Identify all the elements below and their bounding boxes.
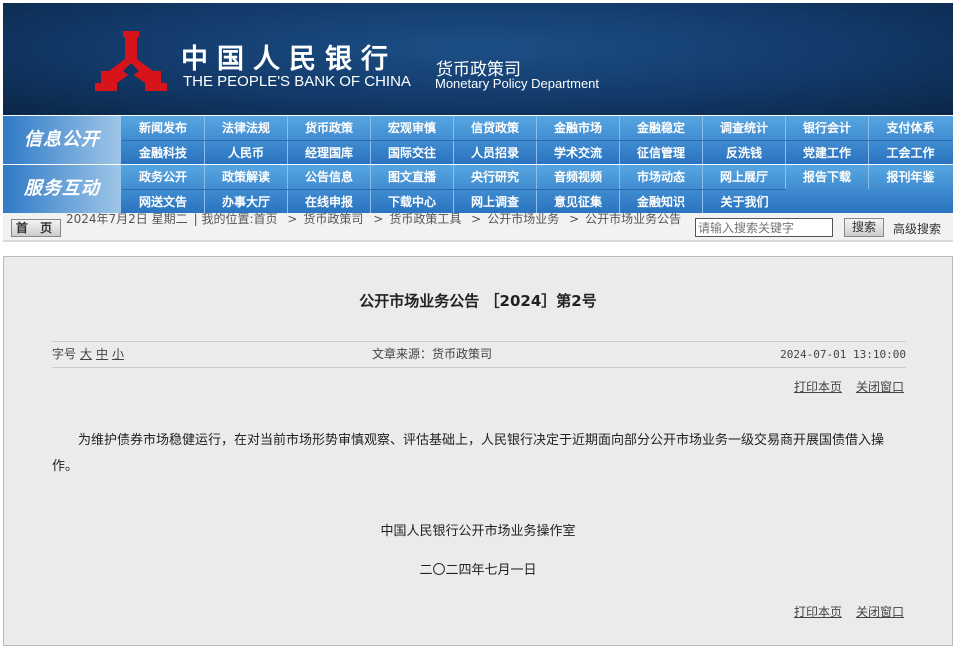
nav-item[interactable]: 公告信息 <box>288 165 371 189</box>
nav-item[interactable]: 人民币 <box>205 141 288 164</box>
article-source: 文章来源：货币政策司 <box>372 347 493 361</box>
nav-item[interactable]: 图文直播 <box>371 165 454 189</box>
bank-name-cn: 中国人民银行 <box>181 44 397 75</box>
nav-item[interactable]: 下载中心 <box>371 190 454 213</box>
search-button[interactable]: 搜索 <box>844 218 884 237</box>
nav-item[interactable]: 货币政策 <box>288 116 371 140</box>
nav-item[interactable]: 人员招录 <box>454 141 537 164</box>
nav-group-label: 服务互动 <box>3 165 121 213</box>
nav-item[interactable]: 报刊年鉴 <box>869 165 952 189</box>
breadcrumb-separator: > <box>471 213 482 226</box>
nav-item[interactable]: 金融稳定 <box>620 116 703 140</box>
nav-item[interactable]: 国际交往 <box>371 141 454 164</box>
nav-item[interactable]: 工会工作 <box>869 141 952 164</box>
print-link[interactable]: 打印本页 <box>794 605 842 619</box>
breadcrumb: 2024年7月2日 星期二 | 我的位置:首页 > 货币政策司 > 货币政策工具 > 公… <box>66 213 688 241</box>
breadcrumb-separator: > <box>373 213 384 226</box>
home-button[interactable]: 首 页 <box>11 219 61 237</box>
font-size-label: 字号 <box>52 347 77 361</box>
nav-group-service-interaction: 服务互动 政务公开 政策解读 公告信息 图文直播 央行研究 音频视频 市场动态 网上展厅 报告下… <box>3 165 953 213</box>
nav-item[interactable]: 网上展厅 <box>703 165 786 189</box>
article-actions-top: 打印本页 关闭窗口 <box>780 378 904 395</box>
advanced-search-link[interactable]: 高级搜索 <box>893 220 941 237</box>
font-size-selector: 字号大中小 <box>52 342 124 367</box>
nav-item[interactable]: 新闻发布 <box>122 116 205 140</box>
nav-row: 金融科技 人民币 经理国库 国际交往 人员招录 学术交流 征信管理 反洗钱 党建工作 工会工作 <box>122 140 952 164</box>
nav-item[interactable]: 央行研究 <box>454 165 537 189</box>
print-link[interactable]: 打印本页 <box>794 380 842 394</box>
nav-item[interactable]: 网送文告 <box>122 190 205 213</box>
font-size-small[interactable]: 小 <box>112 347 124 361</box>
nav-group-label: 信息公开 <box>3 116 121 164</box>
pboc-logo-icon <box>95 31 167 91</box>
nav-item[interactable]: 金融科技 <box>122 141 205 164</box>
search-input[interactable] <box>695 218 833 237</box>
article-body: 为维护债券市场稳健运行，在对当前市场形势审慎观察、评估基础上，人民银行决定于近期… <box>52 433 885 474</box>
nav-row: 新闻发布 法律法规 货币政策 宏观审慎 信贷政策 金融市场 金融稳定 调查统计 银行会计 支付体系 <box>122 116 952 140</box>
nav-item[interactable]: 政务公开 <box>122 165 205 189</box>
nav-row: 网送文告 办事大厅 在线申报 下载中心 网上调查 意见征集 金融知识 关于我们 <box>122 189 786 213</box>
breadcrumb-link[interactable]: 公开市场业务公告 <box>585 213 681 226</box>
nav-item[interactable]: 意见征集 <box>537 190 620 213</box>
nav-item[interactable]: 办事大厅 <box>205 190 288 213</box>
article-panel: 公开市场业务公告 ［2024］第2号 字号大中小 文章来源：货币政策司 2024… <box>3 256 953 646</box>
nav-item[interactable]: 关于我们 <box>703 190 786 213</box>
nav-item[interactable]: 征信管理 <box>620 141 703 164</box>
nav-item[interactable]: 在线申报 <box>288 190 371 213</box>
article-signer: 中国人民银行公开市场业务操作室 <box>380 524 576 539</box>
bank-name-en: THE PEOPLE'S BANK OF CHINA <box>183 73 411 90</box>
font-size-medium[interactable]: 中 <box>96 347 108 361</box>
nav-item[interactable]: 报告下载 <box>786 165 869 189</box>
article-title: 公开市场业务公告 ［2024］第2号 <box>359 292 597 310</box>
breadcrumb-bar: 首 页 2024年7月2日 星期二 | 我的位置:首页 > 货币政策司 > 货币政策工… <box>3 213 953 242</box>
nav-item[interactable]: 金融知识 <box>620 190 703 213</box>
nav-item[interactable]: 宏观审慎 <box>371 116 454 140</box>
nav-item[interactable]: 金融市场 <box>537 116 620 140</box>
nav-item[interactable]: 信贷政策 <box>454 116 537 140</box>
nav-item[interactable]: 音频视频 <box>537 165 620 189</box>
nav-item[interactable]: 政策解读 <box>205 165 288 189</box>
department-name-en: Monetary Policy Department <box>435 76 600 91</box>
nav-item[interactable]: 调查统计 <box>703 116 786 140</box>
breadcrumb-link[interactable]: 货币政策工具 <box>389 213 461 226</box>
nav-item[interactable]: 反洗钱 <box>703 141 786 164</box>
current-date: 2024年7月2日 星期二 <box>66 213 188 226</box>
location-label: | 我的位置:首页 <box>193 213 278 226</box>
article-datetime: 2024-07-01 13:10:00 <box>780 348 906 361</box>
font-size-large[interactable]: 大 <box>80 347 92 361</box>
nav-item[interactable]: 法律法规 <box>205 116 288 140</box>
close-window-link[interactable]: 关闭窗口 <box>856 380 904 394</box>
article-actions-bottom: 打印本页 关闭窗口 <box>780 603 904 620</box>
nav-group-info-disclosure: 信息公开 新闻发布 法律法规 货币政策 宏观审慎 信贷政策 金融市场 金融稳定 调查统计 银行会… <box>3 116 953 164</box>
nav-item[interactable]: 学术交流 <box>537 141 620 164</box>
nav-row: 政务公开 政策解读 公告信息 图文直播 央行研究 音频视频 市场动态 网上展厅 报告下载 报刊年鉴 <box>122 165 952 189</box>
article-sign-date: 二〇二四年七月一日 <box>419 563 537 578</box>
close-window-link[interactable]: 关闭窗口 <box>856 605 904 619</box>
nav-item[interactable]: 支付体系 <box>869 116 952 140</box>
breadcrumb-separator: > <box>569 213 580 226</box>
nav-item[interactable]: 市场动态 <box>620 165 703 189</box>
site-header: 中国人民银行 THE PEOPLE'S BANK OF CHINA 货币政策司 … <box>3 3 953 115</box>
nav-item[interactable]: 党建工作 <box>786 141 869 164</box>
nav-item[interactable]: 经理国库 <box>288 141 371 164</box>
breadcrumb-link[interactable]: 公开市场业务 <box>487 213 559 226</box>
article-meta: 字号大中小 文章来源：货币政策司 2024-07-01 13:10:00 <box>52 341 906 368</box>
breadcrumb-separator: > <box>287 213 298 226</box>
nav-item[interactable]: 网上调查 <box>454 190 537 213</box>
breadcrumb-link[interactable]: 货币政策司 <box>303 213 363 226</box>
nav-item[interactable]: 银行会计 <box>786 116 869 140</box>
